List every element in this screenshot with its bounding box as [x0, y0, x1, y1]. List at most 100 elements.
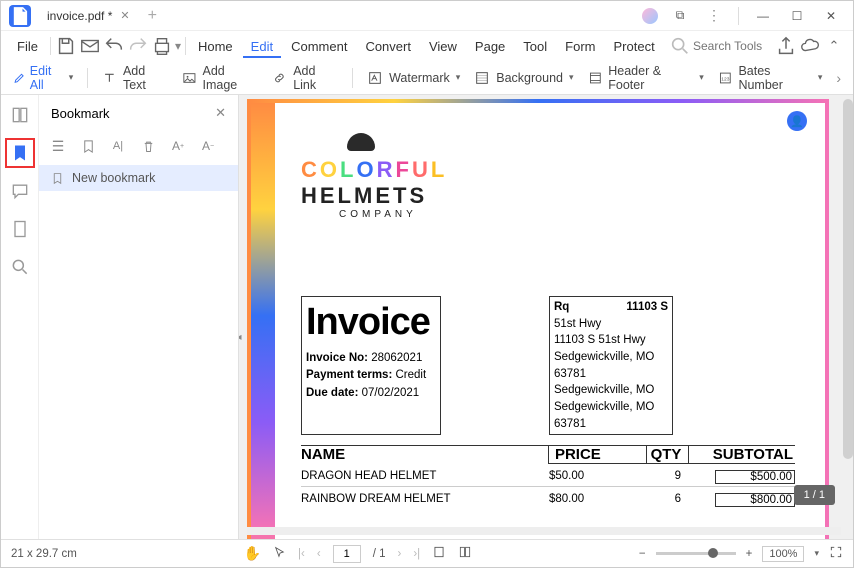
bookmark-tab-icon[interactable] [10, 143, 30, 163]
cloud-icon[interactable] [799, 35, 821, 57]
tab-close-icon[interactable]: ✕ [120, 9, 129, 22]
bookmark-item[interactable]: New bookmark [39, 165, 238, 191]
zoom-thumb[interactable] [708, 548, 718, 558]
main-area: Bookmark ✕ ☰ A| A+ A− New bookmark ◂ 👤 [1, 95, 853, 539]
table-row: RAINBOW DREAM HELMET $80.00 6 $800.00 [301, 487, 795, 509]
zoom-out-icon[interactable]: − [639, 548, 646, 560]
image-icon [182, 70, 197, 86]
collapse-icon[interactable]: ⌃ [823, 35, 845, 57]
bookmark-item-label: New bookmark [72, 171, 155, 185]
bookmark-rename-icon[interactable]: A| [109, 137, 127, 155]
maximize-button[interactable]: ☐ [785, 4, 809, 28]
search-icon[interactable] [669, 35, 691, 57]
last-page-icon[interactable]: ›| [413, 548, 420, 560]
bookmark-delete-icon[interactable] [139, 137, 157, 155]
background-dropdown[interactable]: Background▾ [474, 70, 573, 86]
app-logo [9, 5, 31, 27]
bates-label: Bates Number [738, 64, 811, 92]
file-menu[interactable]: File [9, 35, 46, 58]
chevron-down-icon[interactable]: ▾ [175, 39, 181, 53]
vertical-scrollbar[interactable] [843, 99, 853, 459]
header-footer-label: Header & Footer [608, 64, 693, 92]
brand-colorful: COLORFUL [301, 157, 795, 183]
search-panel-icon[interactable] [10, 257, 30, 277]
menu-convert[interactable]: Convert [357, 35, 419, 58]
comments-icon[interactable] [10, 181, 30, 201]
background-icon [474, 70, 490, 86]
new-tab-button[interactable]: + [148, 7, 157, 25]
fit-width-icon[interactable] [458, 545, 472, 562]
document-tab[interactable]: invoice.pdf * ✕ [37, 3, 140, 29]
add-text-button[interactable]: Add Text [102, 64, 168, 92]
panel-drag-handle[interactable]: ◂ [239, 317, 243, 357]
zoom-caret-icon[interactable]: ▾ [814, 548, 819, 559]
background-label: Background [496, 71, 563, 85]
search-tools-input[interactable] [693, 39, 773, 53]
menu-comment[interactable]: Comment [283, 35, 355, 58]
table-header: NAME PRICE QTY SUBTOTAL [301, 445, 795, 464]
document-view[interactable]: ◂ 👤 COLORFUL HELMETS COMPANY Invoice Inv… [239, 95, 853, 539]
document-page: 👤 COLORFUL HELMETS COMPANY Invoice Invoi… [247, 99, 829, 539]
header-footer-dropdown[interactable]: Header & Footer▾ [588, 64, 704, 92]
decorative-stripe [251, 103, 275, 539]
brand-helmets: HELMETS [301, 183, 795, 209]
menu-tool[interactable]: Tool [515, 35, 555, 58]
pen-icon [13, 71, 26, 85]
bookmark-font-dec-icon[interactable]: A− [199, 137, 217, 155]
zoom-slider[interactable] [656, 552, 736, 555]
svg-text:123: 123 [721, 76, 729, 82]
external-icon[interactable]: ⧉ [668, 4, 692, 28]
redo-icon[interactable] [127, 35, 149, 57]
edit-all-dropdown[interactable]: Edit All▾ [13, 64, 73, 92]
invoice-address-box: Rq11103 S 51st Hwy 11103 S 51st Hwy Sedg… [549, 296, 673, 435]
title-bar: invoice.pdf * ✕ + ⧉ ⋮ — ☐ ✕ [1, 1, 853, 31]
bates-number-dropdown[interactable]: 123 Bates Number▾ [718, 64, 823, 92]
watermark-dropdown[interactable]: Watermark▾ [367, 70, 460, 86]
print-icon[interactable] [151, 35, 173, 57]
fullscreen-icon[interactable] [829, 545, 843, 562]
share-icon[interactable] [775, 35, 797, 57]
add-link-label: Add Link [293, 64, 338, 92]
menu-page[interactable]: Page [467, 35, 513, 58]
toolbar-scroll-right-icon[interactable]: › [836, 70, 841, 86]
close-window-button[interactable]: ✕ [819, 4, 843, 28]
save-icon[interactable] [55, 35, 77, 57]
invoice-meta: Invoice No: 28062021 Payment terms: Cred… [306, 350, 432, 402]
add-link-button[interactable]: Add Link [272, 64, 338, 92]
invoice-info-box: Invoice Invoice No: 28062021 Payment ter… [301, 296, 441, 435]
add-image-button[interactable]: Add Image [182, 64, 259, 92]
fit-page-icon[interactable] [432, 545, 446, 562]
bookmark-font-inc-icon[interactable]: A+ [169, 137, 187, 155]
kebab-menu-icon[interactable]: ⋮ [702, 4, 726, 28]
zoom-percent[interactable]: 100% [762, 546, 804, 562]
edit-toolbar: Edit All▾ Add Text Add Image Add Link Wa… [1, 61, 853, 95]
menu-view[interactable]: View [421, 35, 465, 58]
bookmark-list-icon[interactable]: ☰ [49, 137, 67, 155]
undo-icon[interactable] [103, 35, 125, 57]
thumbnails-icon[interactable] [10, 105, 30, 125]
status-bar: 21 x 29.7 cm ✋ |‹ ‹ / 1 › ›| − + 100% ▾ [1, 539, 853, 567]
menu-edit[interactable]: Edit [243, 35, 281, 58]
prev-page-icon[interactable]: ‹ [317, 548, 321, 560]
bookmark-close-icon[interactable]: ✕ [215, 105, 226, 121]
menu-protect[interactable]: Protect [606, 35, 663, 58]
add-image-label: Add Image [202, 64, 258, 92]
zoom-in-icon[interactable]: + [746, 548, 753, 560]
page-input[interactable] [333, 545, 361, 563]
next-page-icon[interactable]: › [397, 548, 401, 560]
hand-tool-icon[interactable]: ✋ [244, 545, 261, 562]
bookmark-add-icon[interactable] [79, 137, 97, 155]
theme-dot-icon[interactable] [642, 8, 658, 24]
menu-form[interactable]: Form [557, 35, 603, 58]
text-icon [102, 70, 117, 86]
mail-icon[interactable] [79, 35, 101, 57]
minimize-button[interactable]: — [751, 4, 775, 28]
select-tool-icon[interactable] [273, 546, 286, 562]
menu-home[interactable]: Home [190, 35, 241, 58]
th-subtotal: SUBTOTAL [689, 445, 795, 464]
doc-user-badge-icon[interactable]: 👤 [787, 111, 807, 131]
page-dimensions: 21 x 29.7 cm [11, 548, 77, 560]
horizontal-scrollbar[interactable] [247, 527, 841, 535]
first-page-icon[interactable]: |‹ [298, 548, 305, 560]
attachments-icon[interactable] [10, 219, 30, 239]
